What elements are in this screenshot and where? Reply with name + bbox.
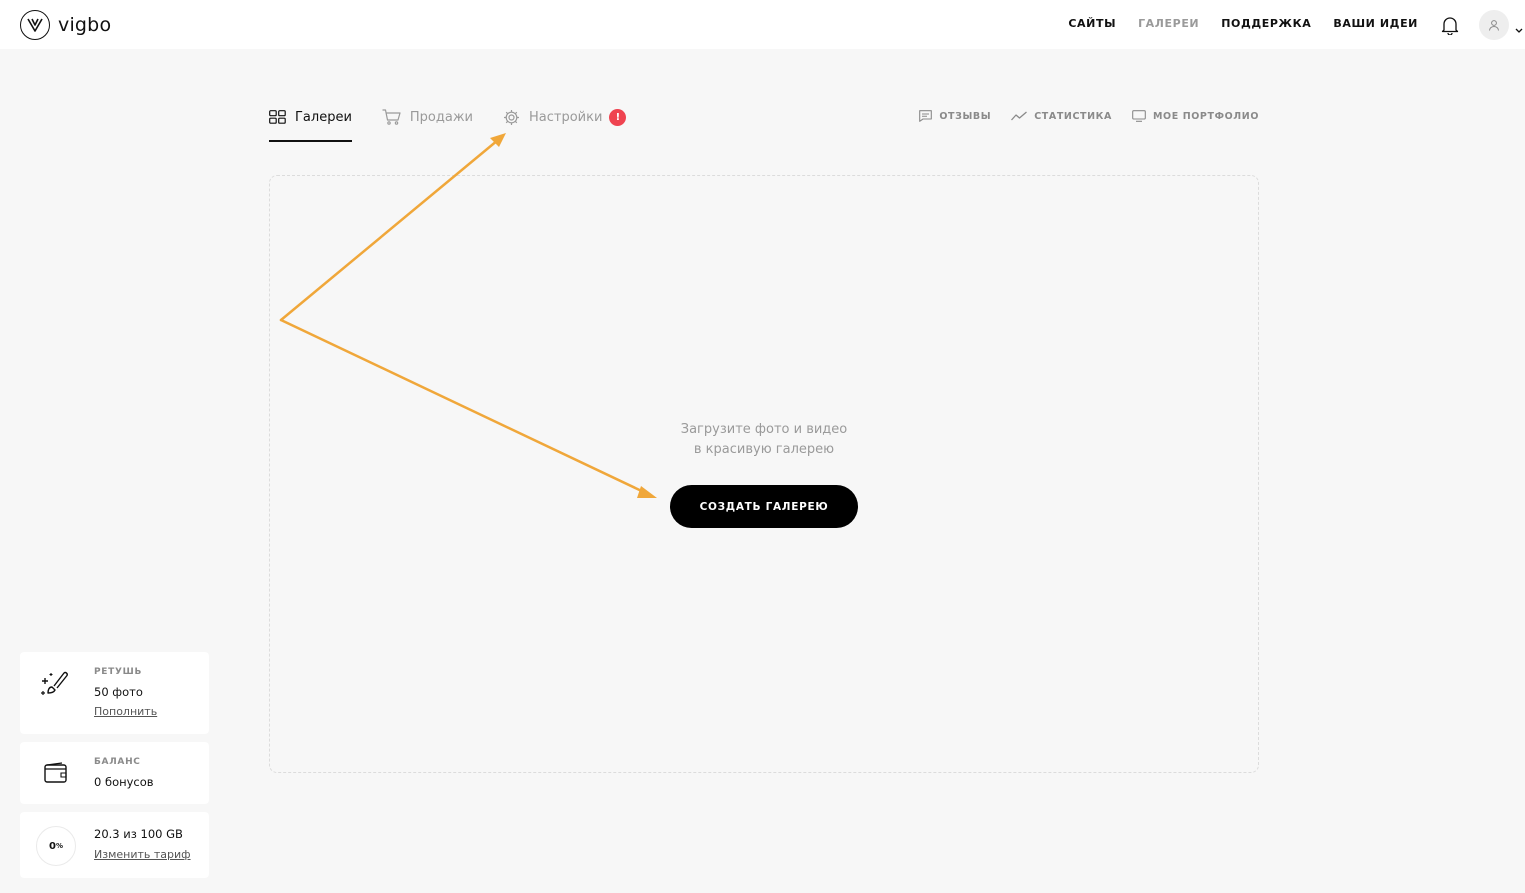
- nav-support[interactable]: ПОДДЕРЖКА: [1221, 17, 1311, 30]
- bell-icon[interactable]: [1441, 15, 1459, 39]
- storage-percent-sign: %: [55, 842, 63, 850]
- gear-icon: [504, 109, 520, 125]
- chart-line-icon: [1011, 111, 1028, 121]
- tab-sales-label: Продажи: [409, 109, 474, 125]
- empty-line-1: Загрузите фото и видео: [680, 422, 848, 437]
- storage-usage-ring: 0%: [36, 826, 76, 866]
- stats-link[interactable]: СТАТИСТИКА: [1011, 110, 1112, 122]
- magic-brush-icon: [40, 670, 70, 702]
- user-icon: [1489, 20, 1499, 31]
- section-tabs: Галереи Продажи Настройки !: [269, 107, 656, 142]
- top-header: vigbo САЙТЫ ГАЛЕРЕИ ПОДДЕРЖКА ВАШИ ИДЕИ: [0, 0, 1525, 49]
- arrowhead-settings: [490, 133, 506, 147]
- tab-settings[interactable]: Настройки !: [503, 107, 627, 127]
- nav-sites[interactable]: САЙТЫ: [1068, 17, 1116, 30]
- wallet-icon: [44, 762, 68, 788]
- tab-galleries[interactable]: Галереи: [269, 107, 352, 142]
- storage-card: 0% 20.3 из 100 GB Изменить тариф: [20, 812, 209, 878]
- alert-badge: !: [609, 108, 627, 126]
- gallery-dropzone[interactable]: Загрузите фото и видео в красивую галере…: [269, 175, 1259, 773]
- balance-value: 0 бонусов: [94, 775, 154, 789]
- gallery-tools: ОТЗЫВЫ СТАТИСТИКА МОЕ ПОРТФОЛИО: [919, 110, 1259, 122]
- cart-icon: [382, 109, 401, 125]
- logo[interactable]: vigbo: [20, 10, 111, 40]
- balance-label: БАЛАНС: [94, 757, 141, 767]
- retouch-value: 50 фото: [94, 685, 143, 699]
- portfolio-link[interactable]: МОЕ ПОРТФОЛИО: [1132, 110, 1259, 122]
- reviews-label: ОТЗЫВЫ: [939, 110, 992, 122]
- chevron-down-icon[interactable]: [1515, 19, 1523, 38]
- retouch-label: РЕТУШЬ: [94, 667, 143, 677]
- retouch-topup-link[interactable]: Пополнить: [94, 705, 157, 718]
- empty-state-text: Загрузите фото и видео в красивую галере…: [270, 420, 1258, 460]
- brand-name: vigbo: [58, 14, 112, 36]
- nav-ideas[interactable]: ВАШИ ИДЕИ: [1333, 17, 1418, 30]
- change-plan-link[interactable]: Изменить тариф: [94, 848, 191, 861]
- tab-galleries-label: Галереи: [295, 109, 352, 125]
- grid-icon: [269, 110, 286, 124]
- monitor-icon: [1132, 110, 1146, 122]
- tab-settings-label: Настройки: [529, 109, 603, 125]
- nav-galleries[interactable]: ГАЛЕРЕИ: [1138, 17, 1199, 30]
- empty-line-2: в красивую галерею: [693, 442, 835, 457]
- portfolio-label: МОЕ ПОРТФОЛИО: [1152, 110, 1259, 122]
- retouch-card: РЕТУШЬ 50 фото Пополнить: [20, 652, 209, 734]
- top-nav: САЙТЫ ГАЛЕРЕИ ПОДДЕРЖКА ВАШИ ИДЕИ: [1068, 17, 1418, 30]
- vigbo-logo-icon: [20, 10, 50, 40]
- tab-sales[interactable]: Продажи: [382, 107, 473, 127]
- balance-card: БАЛАНС 0 бонусов: [20, 742, 209, 804]
- storage-value: 20.3 из 100 GB: [94, 827, 183, 841]
- user-avatar[interactable]: [1479, 10, 1509, 40]
- reviews-link[interactable]: ОТЗЫВЫ: [919, 110, 991, 122]
- create-gallery-button[interactable]: СОЗДАТЬ ГАЛЕРЕЮ: [670, 485, 858, 528]
- storage-percent: 0: [49, 840, 56, 852]
- comment-icon: [919, 110, 933, 122]
- stats-label: СТАТИСТИКА: [1034, 110, 1112, 122]
